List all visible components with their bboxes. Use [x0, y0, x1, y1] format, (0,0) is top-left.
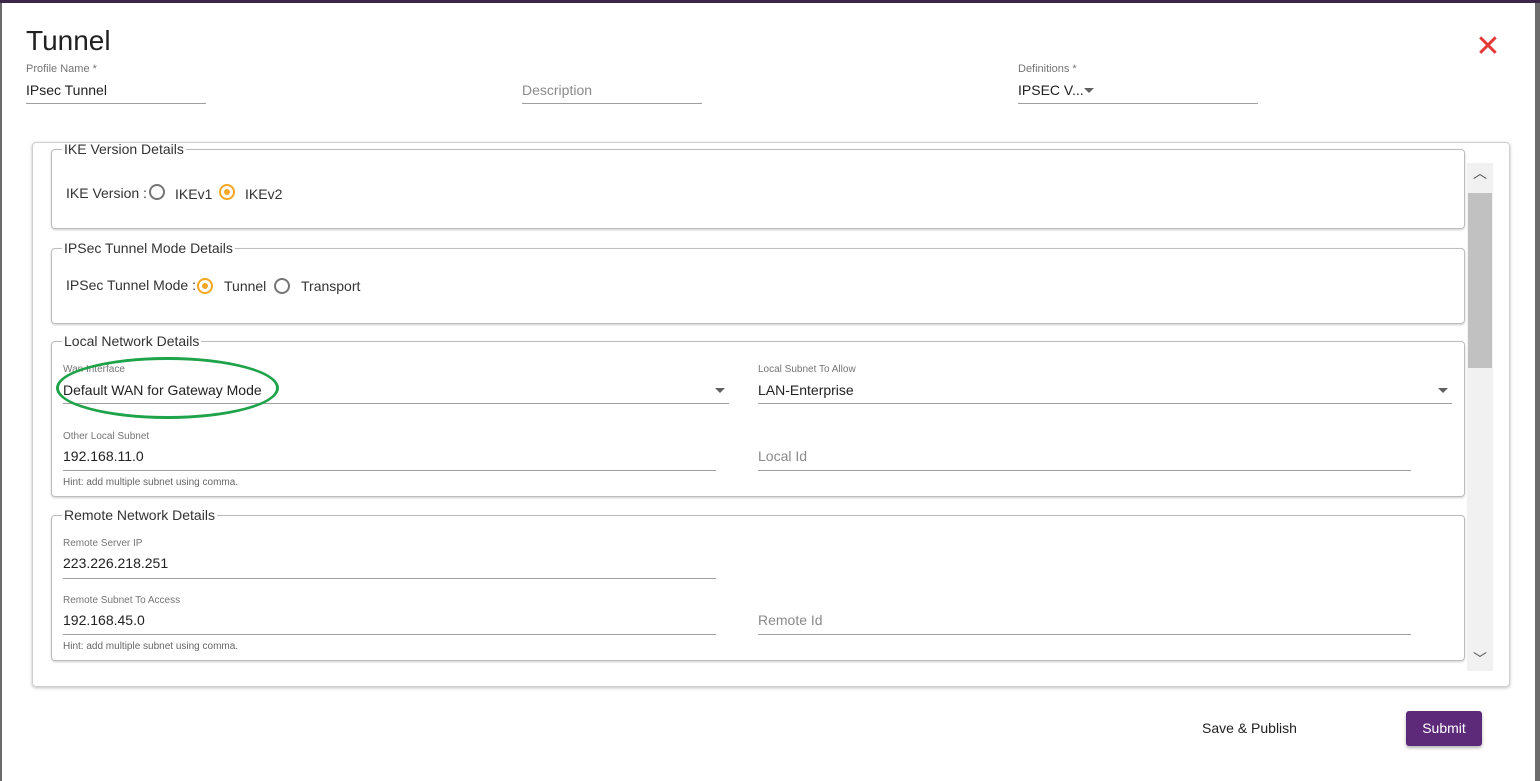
submit-button[interactable]: Submit [1406, 711, 1482, 746]
description-underline [522, 103, 702, 104]
remote-network-group: Remote Network Details [51, 507, 1465, 661]
chevron-down-icon[interactable]: ﹀ [1467, 649, 1493, 669]
definitions-select[interactable]: Definitions * IPSEC V... [1018, 63, 1258, 105]
radio-ikev2[interactable] [219, 184, 235, 200]
radio-ikev2-label[interactable]: IKEv2 [245, 186, 282, 202]
remote-subnet-underline [63, 634, 716, 635]
remote-subnet-hint: Hint: add multiple subnet using comma. [63, 641, 239, 652]
radio-transport[interactable] [274, 278, 290, 294]
chevron-down-icon [715, 388, 725, 393]
definitions-underline [1018, 103, 1258, 104]
local-id-field[interactable]: Local Id [758, 430, 1411, 472]
save-publish-button[interactable]: Save & Publish [1202, 720, 1297, 736]
ike-version-legend: IKE Version Details [64, 143, 184, 157]
close-icon[interactable]: ✕ [1474, 32, 1502, 62]
remote-server-ip-underline [63, 578, 716, 579]
local-network-legend: Local Network Details [64, 333, 200, 349]
dialog-title: Tunnel [26, 25, 111, 56]
remote-server-ip-field[interactable]: Remote Server IP 223.226.218.251 [63, 537, 716, 579]
definitions-label: Definitions * [1018, 63, 1077, 75]
local-network-group: Local Network Details [51, 333, 1465, 497]
radio-transport-label[interactable]: Transport [301, 278, 360, 294]
scrollbar-thumb[interactable] [1468, 193, 1492, 368]
description-field[interactable]: Description [522, 63, 702, 105]
local-subnet-select[interactable]: Local Subnet To Allow LAN-Enterprise [758, 363, 1452, 405]
profile-name-underline [26, 103, 206, 104]
definitions-value: IPSEC V... [1018, 82, 1084, 98]
vertical-scrollbar[interactable]: ︿ ﹀ [1467, 163, 1493, 671]
ike-version-label: IKE Version : [66, 185, 147, 201]
other-local-subnet-value: 192.168.11.0 [63, 448, 144, 464]
description-placeholder: Description [522, 82, 593, 98]
local-subnet-value: LAN-Enterprise [758, 382, 854, 398]
remote-server-ip-label: Remote Server IP [63, 538, 143, 549]
profile-name-field[interactable]: Profile Name * IPsec Tunnel [26, 63, 206, 105]
local-subnet-label: Local Subnet To Allow [758, 364, 856, 375]
tunnel-dialog: Tunnel ✕ Profile Name * IPsec Tunnel Des… [2, 3, 1535, 781]
chevron-down-icon [1084, 88, 1094, 93]
profile-name-value: IPsec Tunnel [26, 82, 107, 98]
remote-id-field[interactable]: Remote Id [758, 594, 1411, 636]
chevron-down-icon [1438, 388, 1448, 393]
other-local-subnet-field[interactable]: Other Local Subnet 192.168.11.0 [63, 430, 716, 472]
profile-name-label: Profile Name * [26, 63, 97, 75]
remote-id-underline [758, 634, 1411, 635]
ipsec-mode-legend: IPSec Tunnel Mode Details [64, 240, 233, 256]
other-local-subnet-label: Other Local Subnet [63, 431, 150, 442]
radio-tunnel-label[interactable]: Tunnel [224, 278, 266, 294]
other-local-subnet-underline [63, 470, 716, 471]
details-panel: IKE Version Details IKE Version : IKEv1 … [32, 142, 1510, 687]
radio-ikev1[interactable] [149, 184, 165, 200]
chevron-up-icon[interactable]: ︿ [1467, 163, 1493, 183]
remote-server-ip-value: 223.226.218.251 [63, 555, 169, 571]
remote-subnet-label: Remote Subnet To Access [63, 595, 181, 606]
remote-subnet-value: 192.168.45.0 [63, 612, 145, 628]
remote-subnet-field[interactable]: Remote Subnet To Access 192.168.45.0 [63, 594, 716, 636]
local-id-underline [758, 470, 1411, 471]
remote-network-legend: Remote Network Details [64, 507, 215, 523]
radio-tunnel[interactable] [197, 278, 213, 294]
local-subnet-hint: Hint: add multiple subnet using comma. [63, 477, 239, 488]
annotation-ellipse [56, 357, 279, 419]
radio-ikev1-label[interactable]: IKEv1 [175, 186, 212, 202]
ipsec-mode-label: IPSec Tunnel Mode : [66, 277, 196, 293]
remote-id-placeholder: Remote Id [758, 612, 823, 628]
local-subnet-underline [758, 403, 1452, 404]
local-id-placeholder: Local Id [758, 448, 808, 464]
details-scroll-area[interactable]: IKE Version Details IKE Version : IKEv1 … [33, 143, 1467, 686]
